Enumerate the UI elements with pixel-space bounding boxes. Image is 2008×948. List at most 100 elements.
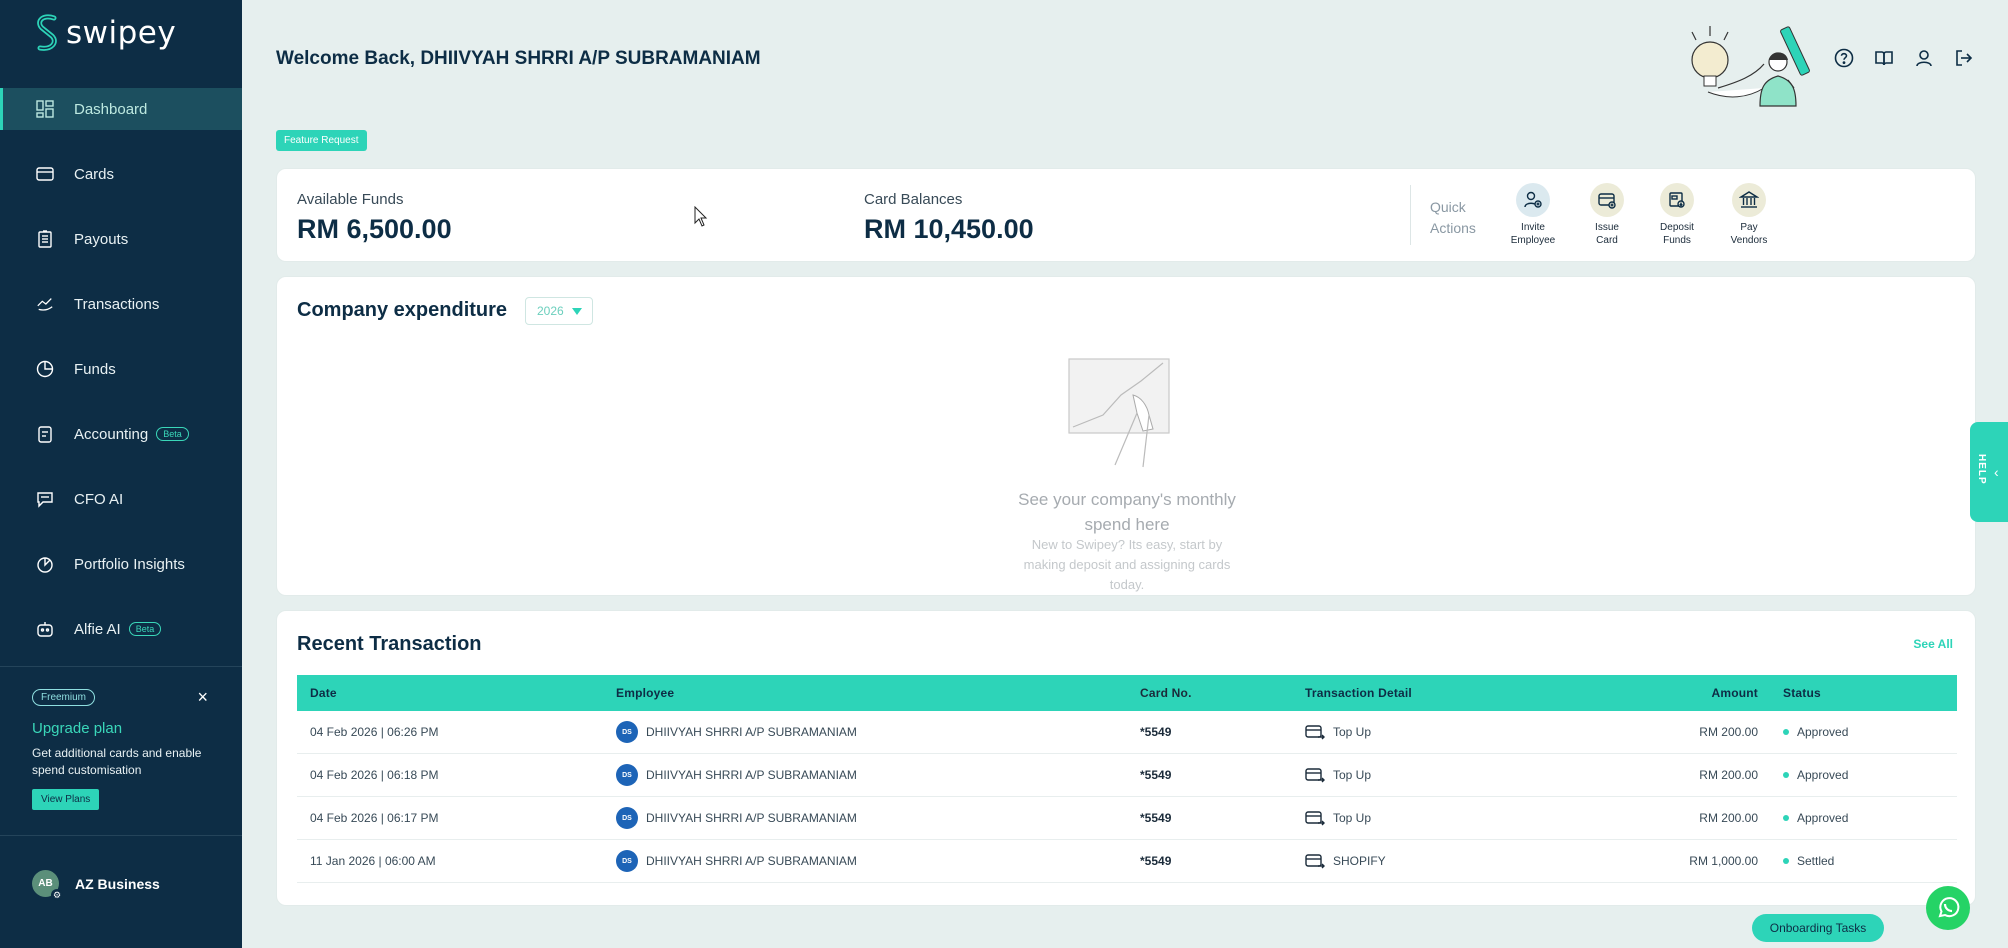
quick-actions-title: Quick Actions	[1430, 199, 1476, 236]
plan-badge: Freemium	[32, 689, 96, 706]
person-idea-illustration	[1691, 26, 1810, 107]
status-dot	[1783, 815, 1789, 821]
col-employee[interactable]: Employee	[603, 686, 1127, 700]
detail-text: Top Up	[1333, 811, 1372, 825]
cell-status: Approved	[1770, 725, 1957, 739]
status-badge: Approved	[1797, 811, 1849, 825]
qa-label-line1: Issue	[1595, 222, 1619, 233]
col-detail[interactable]: Transaction Detail	[1292, 686, 1592, 700]
insights-icon	[36, 555, 54, 573]
available-funds: Available Funds RM 6,500.00	[297, 191, 452, 245]
cell-status: Approved	[1770, 811, 1957, 825]
sidebar-item-cards[interactable]: Cards	[0, 153, 242, 195]
onboarding-tasks-button[interactable]: Onboarding Tasks	[1752, 914, 1884, 942]
logo[interactable]: swipey	[32, 12, 176, 54]
user-icon[interactable]	[1914, 48, 1934, 68]
cell-amount: RM 1,000.00	[1689, 854, 1758, 868]
cell-employee: DS DHIIVYAH SHRRI A/P SUBRAMANIAM	[603, 721, 1127, 743]
sidebar-item-label: Payouts	[74, 230, 129, 248]
cell-card: *5549	[1140, 768, 1172, 782]
accounting-icon	[36, 425, 54, 443]
page-title: Welcome Back, DHIIVYAH SHRRI A/P SUBRAMA…	[276, 48, 761, 69]
whatsapp-button[interactable]	[1926, 886, 1970, 930]
detail-text: SHOPIFY	[1333, 854, 1386, 868]
cell-status: Settled	[1770, 854, 1957, 868]
sidebar-item-accounting[interactable]: Accounting Beta	[0, 413, 242, 455]
pay-vendors-button[interactable]: Pay Vendors	[1714, 183, 1784, 247]
logout-icon[interactable]	[1954, 48, 1974, 68]
status-badge: Settled	[1797, 854, 1835, 868]
sidebar-nav: Dashboard Cards Payouts Transactions Fun…	[0, 88, 242, 673]
add-user-icon	[1516, 183, 1550, 217]
sidebar-item-label: Cards	[74, 165, 115, 183]
funds-summary-card: Available Funds RM 6,500.00 Card Balance…	[276, 168, 1976, 262]
col-status[interactable]: Status	[1770, 686, 1957, 700]
chevron-left-icon: ‹	[1994, 464, 1999, 480]
close-icon[interactable]: ×	[197, 687, 208, 708]
invite-employee-button[interactable]: Invite Employee	[1498, 183, 1568, 247]
help-tab[interactable]: HELP ‹	[1970, 422, 2008, 522]
available-funds-label: Available Funds	[297, 191, 404, 208]
sidebar-item-alfie-ai[interactable]: Alfie AI Beta	[0, 608, 242, 650]
employee-name: DHIIVYAH SHRRI A/P SUBRAMANIAM	[646, 725, 857, 739]
col-card[interactable]: Card No.	[1127, 686, 1292, 700]
chat-icon	[36, 490, 54, 508]
col-date[interactable]: Date	[297, 686, 603, 700]
caret-down-icon	[571, 307, 582, 315]
see-all-link[interactable]: See All	[1913, 637, 1953, 651]
card-balances: Card Balances RM 10,450.00	[864, 191, 1034, 245]
section-title: Recent Transaction	[297, 633, 482, 655]
view-plans-button[interactable]: View Plans	[32, 789, 100, 810]
payouts-icon	[36, 230, 54, 248]
header-actions	[1834, 48, 1974, 68]
upgrade-title: Upgrade plan	[32, 720, 123, 737]
cell-employee: DS DHIIVYAH SHRRI A/P SUBRAMANIAM	[603, 807, 1127, 829]
sidebar-item-label: Alfie AI	[74, 620, 121, 638]
upgrade-description: Get additional cards and enable spend cu…	[32, 746, 202, 777]
company-expenditure-card: Company expenditure 2026 See your compan…	[276, 276, 1976, 596]
gear-icon: ⚙	[51, 889, 63, 901]
cell-detail: Top Up	[1292, 767, 1592, 783]
beta-badge: Beta	[156, 427, 189, 441]
qa-label-line2: Card	[1596, 235, 1618, 246]
table-row[interactable]: 04 Feb 2026 | 06:17 PM DS DHIIVYAH SHRRI…	[297, 797, 1957, 840]
account-name: AZ Business	[75, 875, 160, 892]
sidebar-item-cfo-ai[interactable]: CFO AI	[0, 478, 242, 520]
cell-status: Approved	[1770, 768, 1957, 782]
issue-card-button[interactable]: Issue Card	[1572, 183, 1642, 247]
cell-amount: RM 200.00	[1699, 768, 1758, 782]
status-dot	[1783, 729, 1789, 735]
cell-employee: DS DHIIVYAH SHRRI A/P SUBRAMANIAM	[603, 764, 1127, 786]
sidebar-item-payouts[interactable]: Payouts	[0, 218, 242, 260]
cell-employee: DS DHIIVYAH SHRRI A/P SUBRAMANIAM	[603, 850, 1127, 872]
cell-date: 04 Feb 2026 | 06:26 PM	[310, 725, 439, 739]
deposit-funds-button[interactable]: Deposit Funds	[1642, 183, 1712, 247]
help-label: HELP	[1976, 454, 1987, 485]
account-switcher[interactable]: AB ⚙ AZ Business	[32, 870, 160, 901]
cell-amount: RM 200.00	[1699, 725, 1758, 739]
employee-name: DHIIVYAH SHRRI A/P SUBRAMANIAM	[646, 854, 857, 868]
empty-title-line1: See your company's monthly	[1018, 490, 1236, 509]
feature-request-button[interactable]: Feature Request	[276, 130, 367, 151]
table-row[interactable]: 11 Jan 2026 | 06:00 AM DS DHIIVYAH SHRRI…	[297, 840, 1957, 883]
sidebar-item-portfolio-insights[interactable]: Portfolio Insights	[0, 543, 242, 585]
year-select[interactable]: 2026	[525, 297, 593, 325]
robot-icon	[36, 620, 54, 638]
whatsapp-icon	[1938, 897, 1960, 918]
card-balances-label: Card Balances	[864, 191, 963, 208]
qa-label-line2: Vendors	[1730, 235, 1768, 246]
sidebar-item-label: CFO AI	[74, 490, 124, 508]
cell-amount: RM 200.00	[1699, 811, 1758, 825]
table-row[interactable]: 04 Feb 2026 | 06:18 PM DS DHIIVYAH SHRRI…	[297, 754, 1957, 797]
sidebar-item-transactions[interactable]: Transactions	[0, 283, 242, 325]
book-icon[interactable]	[1874, 48, 1894, 68]
avatar: DS	[616, 764, 638, 786]
sidebar-item-label: Accounting	[74, 425, 149, 443]
sidebar-item-label: Portfolio Insights	[74, 555, 185, 573]
status-dot	[1783, 858, 1789, 864]
sidebar-item-dashboard[interactable]: Dashboard	[0, 88, 242, 130]
sidebar-item-funds[interactable]: Funds	[0, 348, 242, 390]
table-row[interactable]: 04 Feb 2026 | 06:26 PM DS DHIIVYAH SHRRI…	[297, 711, 1957, 754]
col-amount[interactable]: Amount	[1592, 686, 1770, 700]
help-circle-icon[interactable]	[1834, 48, 1854, 68]
